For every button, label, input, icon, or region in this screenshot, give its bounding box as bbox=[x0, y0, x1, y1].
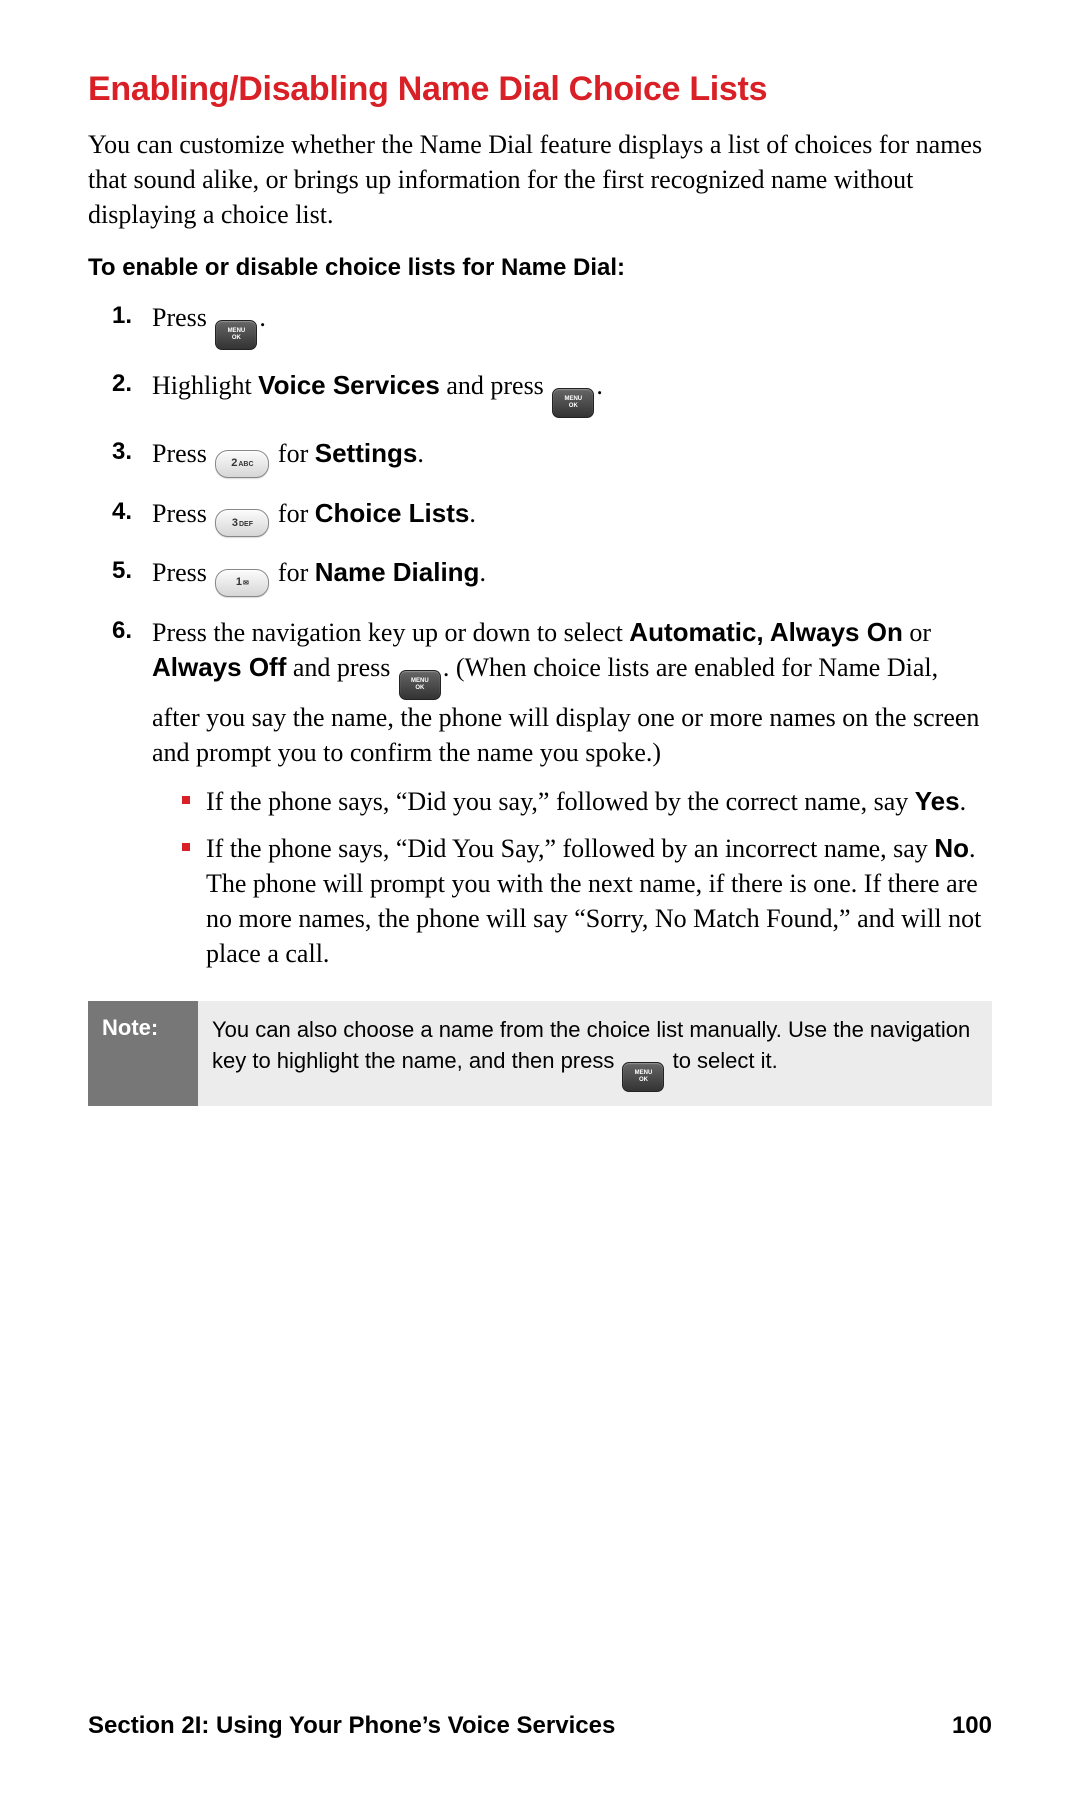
menu-item-choice-lists: Choice Lists bbox=[315, 498, 470, 528]
step-text: Press bbox=[152, 499, 213, 528]
bullet-text: If the phone says, “Did You Say,” follow… bbox=[206, 834, 934, 863]
key-3-icon: 3DEF bbox=[215, 509, 269, 537]
step-4: 4. Press 3DEF for Choice Lists. bbox=[112, 496, 992, 537]
step-text: Press bbox=[152, 303, 213, 332]
note-text: to select it. bbox=[666, 1048, 777, 1073]
option-automatic-always-on: Automatic, Always On bbox=[629, 617, 903, 647]
step-number: 3. bbox=[112, 436, 132, 468]
step-text: Press bbox=[152, 439, 213, 468]
step-1: 1. Press MENU OK. bbox=[112, 300, 992, 350]
bullet-text: If the phone says, “Did you say,” follow… bbox=[206, 787, 915, 816]
step-5: 5. Press 1✉ for Name Dialing. bbox=[112, 555, 992, 596]
step-number: 1. bbox=[112, 300, 132, 332]
step-text: for bbox=[271, 439, 314, 468]
page-footer: Section 2I: Using Your Phone’s Voice Ser… bbox=[88, 1712, 992, 1740]
step-text: . bbox=[596, 371, 603, 400]
step-2: 2. Highlight Voice Services and press ME… bbox=[112, 368, 992, 418]
step-text: Highlight bbox=[152, 371, 258, 400]
step-6: 6. Press the navigation key up or down t… bbox=[112, 615, 992, 972]
note-text: You can also choose a name from the choi… bbox=[212, 1017, 970, 1073]
manual-page: Enabling/Disabling Name Dial Choice List… bbox=[0, 0, 1080, 1800]
step-text: Press the navigation key up or down to s… bbox=[152, 618, 629, 647]
sub-bullet-list: If the phone says, “Did you say,” follow… bbox=[152, 784, 992, 971]
step-text: . bbox=[469, 499, 476, 528]
step-text: Press bbox=[152, 558, 213, 587]
menu-item-name-dialing: Name Dialing bbox=[315, 557, 480, 587]
step-text: and press bbox=[286, 653, 396, 682]
option-always-off: Always Off bbox=[152, 652, 286, 682]
note-body: You can also choose a name from the choi… bbox=[198, 1001, 992, 1106]
menu-ok-key-icon: MENU OK bbox=[215, 320, 257, 350]
step-3: 3. Press 2ABC for Settings. bbox=[112, 436, 992, 477]
steps-list: 1. Press MENU OK. 2. Highlight Voice Ser… bbox=[88, 300, 992, 971]
footer-section: Section 2I: Using Your Phone’s Voice Ser… bbox=[88, 1712, 615, 1740]
step-text: . bbox=[479, 558, 486, 587]
sub-bullet-no: If the phone says, “Did You Say,” follow… bbox=[182, 831, 992, 971]
bullet-text: . bbox=[960, 787, 967, 816]
sub-bullet-yes: If the phone says, “Did you say,” follow… bbox=[182, 784, 992, 819]
key-2-icon: 2ABC bbox=[215, 450, 269, 478]
page-title: Enabling/Disabling Name Dial Choice List… bbox=[88, 70, 992, 109]
intro-paragraph: You can customize whether the Name Dial … bbox=[88, 127, 992, 232]
step-text: and press bbox=[440, 371, 550, 400]
menu-item-voice-services: Voice Services bbox=[258, 370, 440, 400]
step-number: 4. bbox=[112, 496, 132, 528]
voice-response-yes: Yes bbox=[915, 786, 960, 816]
note-box: Note: You can also choose a name from th… bbox=[88, 1001, 992, 1106]
key-1-icon: 1✉ bbox=[215, 569, 269, 597]
step-number: 5. bbox=[112, 555, 132, 587]
step-text: for bbox=[271, 558, 314, 587]
menu-ok-key-icon: MENU OK bbox=[399, 670, 441, 700]
step-number: 6. bbox=[112, 615, 132, 647]
menu-item-settings: Settings bbox=[315, 438, 418, 468]
step-text: or bbox=[903, 618, 931, 647]
menu-ok-key-icon: MENU OK bbox=[552, 388, 594, 418]
subheading: To enable or disable choice lists for Na… bbox=[88, 254, 992, 282]
voice-response-no: No bbox=[934, 833, 969, 863]
step-number: 2. bbox=[112, 368, 132, 400]
step-text: . bbox=[259, 303, 266, 332]
step-text: for bbox=[271, 499, 314, 528]
footer-page-number: 100 bbox=[952, 1712, 992, 1740]
menu-ok-key-icon: MENU OK bbox=[622, 1062, 664, 1092]
note-label: Note: bbox=[88, 1001, 198, 1106]
step-text: . bbox=[417, 439, 424, 468]
